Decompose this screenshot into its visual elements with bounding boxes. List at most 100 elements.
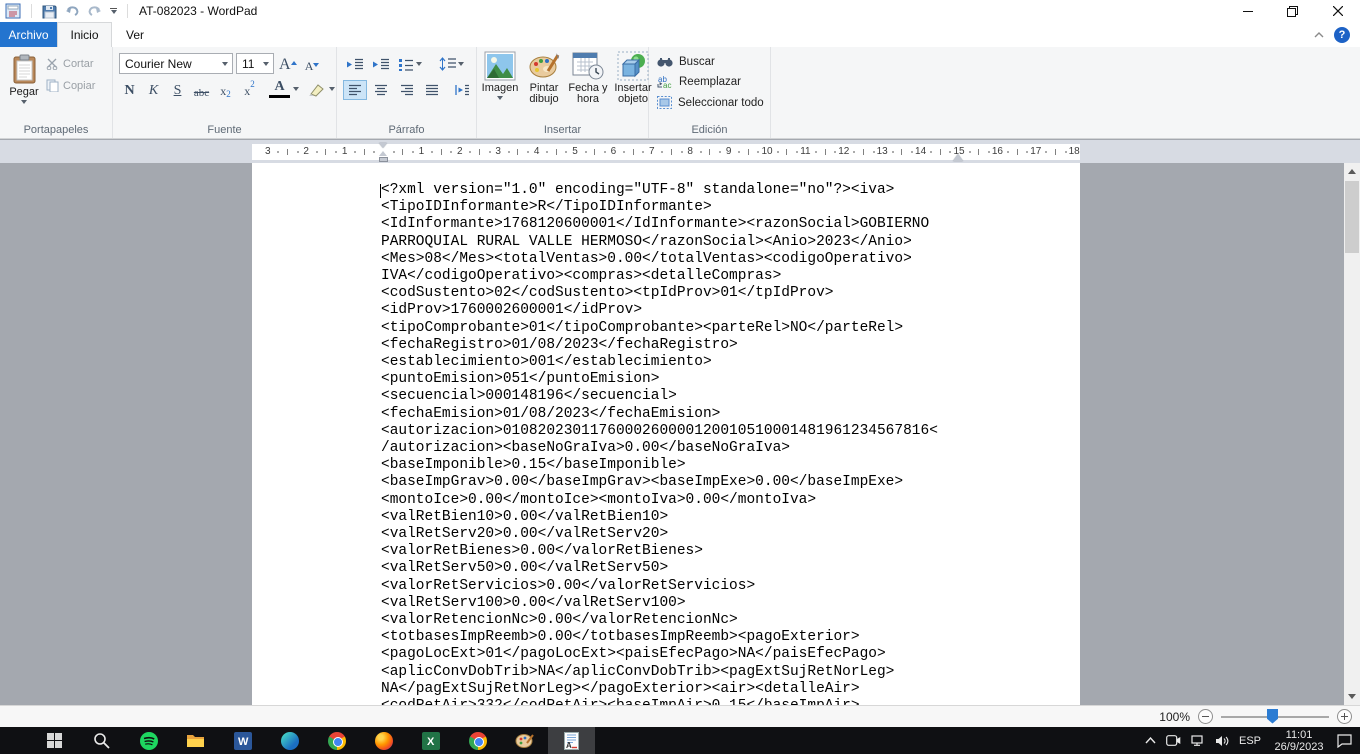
document-line: <tipoComprobante>01</tipoComprobante><pa…	[381, 320, 938, 337]
ruler-mark	[853, 151, 855, 153]
help-icon[interactable]: ?	[1334, 27, 1350, 43]
save-icon[interactable]	[42, 4, 57, 19]
excel-icon: X	[422, 732, 440, 750]
select-all-button[interactable]: Seleccionar todo	[657, 96, 768, 109]
indent-marker[interactable]	[379, 143, 388, 165]
taskbar-spotify[interactable]	[125, 727, 172, 754]
window-controls	[1225, 0, 1360, 22]
highlight-color-button[interactable]	[308, 82, 326, 97]
network-icon[interactable]	[1191, 735, 1205, 746]
document-line: <puntoEmision>051</puntoEmision>	[381, 371, 938, 388]
document-page[interactable]: <?xml version="1.0" encoding="UTF-8" sta…	[252, 163, 1080, 705]
ruler-mark	[604, 151, 606, 153]
taskbar-file-explorer[interactable]	[172, 727, 219, 754]
bold-button[interactable]: N	[119, 79, 140, 99]
grow-font-button[interactable]: A	[277, 54, 299, 74]
zoom-out-button[interactable]	[1198, 709, 1213, 724]
document-line: IVA</codigoOperativo><compras><detalleCo…	[381, 268, 938, 285]
document-text[interactable]: <?xml version="1.0" encoding="UTF-8" sta…	[381, 182, 938, 705]
align-right-button[interactable]	[395, 80, 419, 100]
font-color-button[interactable]: A	[269, 81, 290, 98]
taskbar-chrome[interactable]	[313, 727, 360, 754]
align-center-button[interactable]	[369, 80, 393, 100]
redo-icon[interactable]	[87, 4, 103, 18]
ruler-mark	[709, 149, 710, 155]
highlighter-icon	[308, 82, 326, 97]
ruler-mark	[316, 151, 318, 153]
volume-icon[interactable]	[1215, 735, 1229, 747]
cut-button[interactable]: Cortar	[46, 58, 95, 70]
tab-archivo[interactable]: Archivo	[0, 22, 57, 47]
subscript-button[interactable]: x2	[215, 79, 236, 99]
document-line: <establecimiento>001</establecimiento>	[381, 354, 938, 371]
ruler-mark	[431, 151, 433, 153]
superscript-button[interactable]: x2	[239, 79, 260, 99]
italic-button[interactable]: K	[143, 79, 164, 99]
date-time-button[interactable]: Fecha y hora	[567, 51, 609, 122]
minimize-button[interactable]	[1225, 0, 1270, 22]
ruler-mark	[930, 151, 932, 153]
clock[interactable]: 11:01 26/9/2023	[1271, 727, 1327, 754]
font-size-select[interactable]: 11	[236, 53, 274, 74]
insert-image-button[interactable]: Imagen	[479, 51, 521, 122]
strikethrough-button[interactable]: abc	[191, 79, 212, 99]
taskbar-chrome-2[interactable]	[454, 727, 501, 754]
action-center-icon[interactable]	[1337, 734, 1352, 748]
zoom-in-button[interactable]	[1337, 709, 1352, 724]
list-button[interactable]	[395, 54, 425, 74]
copy-button[interactable]: Copiar	[46, 79, 95, 92]
taskbar-edge[interactable]	[266, 727, 313, 754]
close-button[interactable]	[1315, 0, 1360, 22]
taskbar-word[interactable]: W	[219, 727, 266, 754]
ruler-number: 12	[838, 146, 849, 157]
indent-icon	[372, 58, 390, 71]
image-icon	[484, 51, 516, 81]
wordpad-app-icon[interactable]	[5, 3, 21, 19]
tray-chevron-up-icon[interactable]	[1145, 737, 1156, 744]
replace-button[interactable]: abac Reemplazar	[657, 75, 768, 89]
ribbon-right-controls: ?	[1314, 22, 1360, 47]
folder-icon	[186, 733, 205, 748]
paint-drawing-button[interactable]: Pintar dibujo	[522, 51, 566, 122]
taskbar-paint[interactable]	[501, 727, 548, 754]
shrink-font-button[interactable]: A	[302, 54, 323, 74]
meet-now-camera-icon[interactable]	[1166, 735, 1181, 746]
font-family-value: Courier New	[125, 57, 192, 71]
ruler-mark	[527, 151, 529, 153]
vertical-scrollbar[interactable]	[1344, 163, 1360, 705]
svg-text:W: W	[238, 736, 249, 748]
tab-inicio[interactable]: Inicio	[57, 22, 112, 47]
language-indicator[interactable]: ESP	[1239, 735, 1261, 747]
ruler-mark	[325, 149, 326, 155]
font-color-dropdown-icon[interactable]	[293, 87, 299, 91]
decrease-indent-button[interactable]	[343, 54, 367, 74]
collapse-ribbon-icon[interactable]	[1314, 32, 1324, 38]
tab-ver[interactable]: Ver	[112, 22, 158, 47]
scroll-down-button[interactable]	[1344, 688, 1360, 705]
increase-indent-button[interactable]	[369, 54, 393, 74]
taskbar-firefox[interactable]	[360, 727, 407, 754]
font-family-select[interactable]: Courier New	[119, 53, 233, 74]
line-spacing-button[interactable]	[435, 54, 467, 74]
zoom-slider[interactable]	[1221, 709, 1329, 725]
ruler-mark	[364, 149, 365, 155]
customize-quick-access-icon[interactable]	[110, 8, 117, 14]
paragraph-settings-button[interactable]	[450, 80, 474, 100]
scroll-up-button[interactable]	[1344, 163, 1360, 180]
start-button[interactable]	[31, 727, 78, 754]
align-left-button[interactable]	[343, 80, 367, 100]
restore-button[interactable]	[1270, 0, 1315, 22]
find-button[interactable]: Buscar	[657, 55, 768, 68]
scrollbar-thumb[interactable]	[1345, 181, 1359, 253]
ruler-mark	[335, 151, 337, 153]
justify-button[interactable]	[420, 80, 444, 100]
taskbar-excel[interactable]: X	[407, 727, 454, 754]
undo-icon[interactable]	[64, 4, 80, 18]
zoom-slider-thumb[interactable]	[1267, 709, 1278, 724]
taskbar-wordpad[interactable]: A	[548, 727, 595, 754]
paste-button[interactable]: Pegar	[2, 50, 46, 122]
highlight-dropdown-icon[interactable]	[329, 87, 335, 91]
search-button[interactable]	[78, 727, 125, 754]
ruler-mark	[623, 151, 625, 153]
underline-button[interactable]: S	[167, 79, 188, 99]
